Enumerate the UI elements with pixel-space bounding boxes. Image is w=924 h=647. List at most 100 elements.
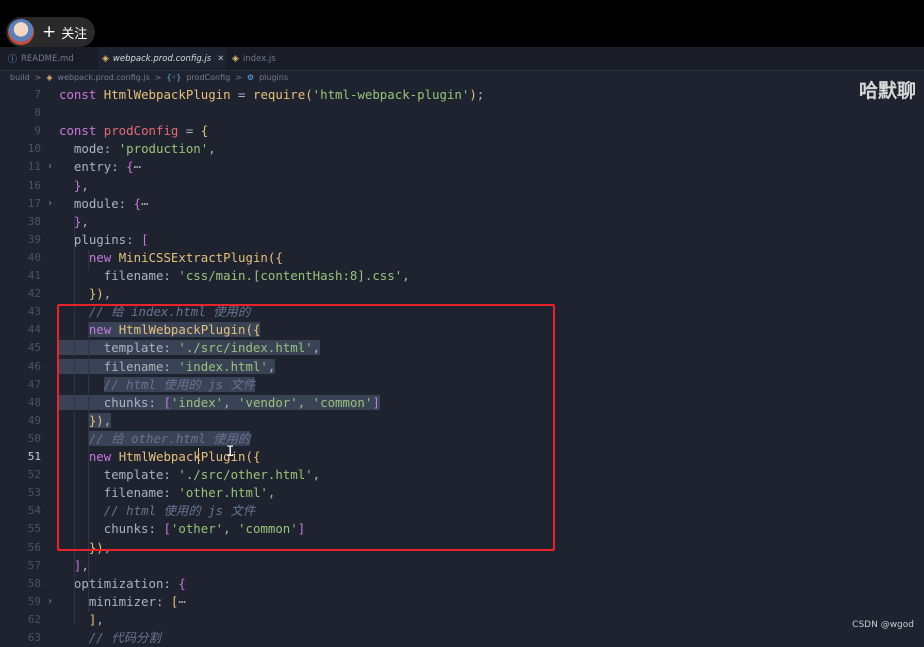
code-line[interactable]: 59 › minimizer: [⋯	[0, 593, 924, 611]
code-line[interactable]: 16 },	[0, 177, 924, 195]
code-line[interactable]: 11 › entry: {⋯	[0, 158, 924, 176]
code-token: {	[200, 123, 209, 139]
code-token: {	[178, 575, 186, 591]
code-token: module:	[59, 195, 134, 211]
line-number: 48	[27, 395, 41, 409]
code-line[interactable]: 58 optimization: {	[0, 575, 924, 593]
line-number: 41	[27, 269, 41, 282]
follow-button[interactable]: + 关注	[6, 17, 95, 47]
tab-webpack-prod-config[interactable]: ◈ webpack.prod.config.js ✕	[98, 47, 226, 70]
chevron-right-icon: >	[34, 73, 42, 82]
mouse-ibeam-icon: I	[226, 444, 235, 460]
code-line[interactable]: 57 ],	[0, 557, 924, 575]
code-line[interactable]: 38 },	[0, 213, 924, 231]
code-line[interactable]: 40 new MiniCSSExtractPlugin({	[0, 249, 924, 267]
line-number: 9	[34, 124, 41, 138]
fold-chevron-icon[interactable]: ›	[47, 158, 53, 176]
code-line[interactable]: 41 filename: 'css/main.[contentHash:8].c…	[0, 267, 924, 285]
tab-label: webpack.prod.config.js	[112, 53, 212, 64]
chevron-right-icon: >	[235, 73, 242, 82]
code-token: 'production'	[118, 141, 209, 157]
breadcrumb-item[interactable]: prodConfig	[186, 73, 230, 82]
code-token: optimization:	[59, 575, 179, 591]
line-number: 49	[27, 413, 41, 427]
code-token: =	[178, 123, 201, 139]
line-number: 53	[27, 486, 41, 500]
code-token: plugins:	[59, 231, 142, 247]
close-icon[interactable]: ✕	[217, 54, 224, 64]
breadcrumb-item[interactable]: plugins	[259, 73, 288, 82]
code-token: {	[133, 195, 142, 211]
tab-index-js[interactable]: ◈ index.js	[232, 47, 302, 70]
line-number: 50	[27, 431, 41, 445]
code-token: ,	[402, 268, 410, 283]
line-number: 54	[27, 504, 41, 518]
code-token: (	[305, 87, 313, 102]
line-number: 39	[27, 232, 41, 246]
code-token: require	[252, 87, 306, 102]
avatar[interactable]	[8, 19, 34, 45]
code-token: 'html-webpack-plugin'	[312, 87, 470, 102]
tab-label: README.md	[21, 53, 74, 64]
code-text: optimization: {	[59, 575, 186, 593]
line-number: 47	[27, 377, 41, 391]
info-icon: ⓘ	[8, 55, 18, 65]
code-token: )	[469, 87, 477, 102]
editor-tab-bar: ⓘ README.md ◈ webpack.prod.config.js ✕ ◈…	[0, 47, 924, 71]
code-token: ⋯	[141, 195, 149, 211]
code-text: const HtmlWebpackPlugin = require('html-…	[59, 86, 484, 104]
code-line[interactable]: 10 mode: 'production',	[0, 140, 924, 158]
code-line[interactable]: 63 // 代码分割	[0, 629, 924, 647]
code-token: new	[88, 249, 119, 265]
code-token: ,	[96, 611, 104, 627]
line-number: 58	[27, 576, 41, 590]
code-line[interactable]: 42 }),	[0, 285, 924, 303]
code-token: const	[59, 87, 104, 102]
line-number: 56	[27, 540, 41, 554]
follow-label: 关注	[61, 26, 88, 42]
variable-icon: {◦}	[166, 73, 182, 82]
code-text: module: {⋯	[59, 195, 149, 213]
line-number: 43	[27, 305, 41, 319]
code-token: {	[126, 159, 134, 175]
code-token: filename:	[59, 268, 179, 283]
line-number: 51	[27, 450, 41, 463]
line-number: 63	[27, 631, 41, 644]
breadcrumb-item[interactable]: webpack.prod.config.js	[58, 73, 150, 82]
line-number: 46	[27, 359, 41, 373]
code-line[interactable]: 8	[0, 104, 924, 122]
line-number: 55	[27, 522, 41, 536]
code-text: new MiniCSSExtractPlugin({	[59, 249, 283, 267]
highlight-box	[57, 304, 555, 551]
code-line[interactable]: 39 plugins: [	[0, 231, 924, 249]
code-token: =	[230, 87, 253, 102]
line-number: 17	[27, 196, 41, 210]
line-number: 57	[27, 558, 41, 572]
indent-guide	[88, 250, 89, 270]
code-text: },	[59, 177, 89, 195]
code-text: plugins: [	[59, 231, 149, 249]
chevron-right-icon: >	[154, 73, 162, 82]
code-token: 'css/main.[contentHash:8].css'	[178, 268, 403, 283]
code-line[interactable]: 7 const HtmlWebpackPlugin = require('html…	[0, 86, 924, 104]
channel-watermark: 哈默聊	[859, 80, 917, 102]
tab-readme[interactable]: ⓘ README.md	[8, 47, 98, 70]
code-line[interactable]: 62 ],	[0, 611, 924, 629]
line-number: 59	[27, 594, 41, 608]
code-line[interactable]: 17 › module: {⋯	[0, 195, 924, 213]
credit-text: CSDN @wgod	[852, 620, 914, 630]
breadcrumb-item[interactable]: build	[10, 73, 30, 82]
code-token: mode:	[59, 141, 119, 157]
code-text: // 代码分割	[59, 629, 161, 647]
code-token: ⋯	[133, 159, 142, 175]
line-number: 11	[27, 160, 41, 174]
line-number: 38	[27, 214, 41, 228]
code-token: HtmlWebpackPlugin	[103, 87, 231, 102]
code-token: ,	[103, 286, 112, 302]
plus-icon: +	[42, 22, 57, 42]
fold-chevron-icon[interactable]: ›	[47, 195, 53, 213]
fold-chevron-icon[interactable]: ›	[47, 593, 53, 611]
code-line[interactable]: 9 const prodConfig = {	[0, 122, 924, 140]
